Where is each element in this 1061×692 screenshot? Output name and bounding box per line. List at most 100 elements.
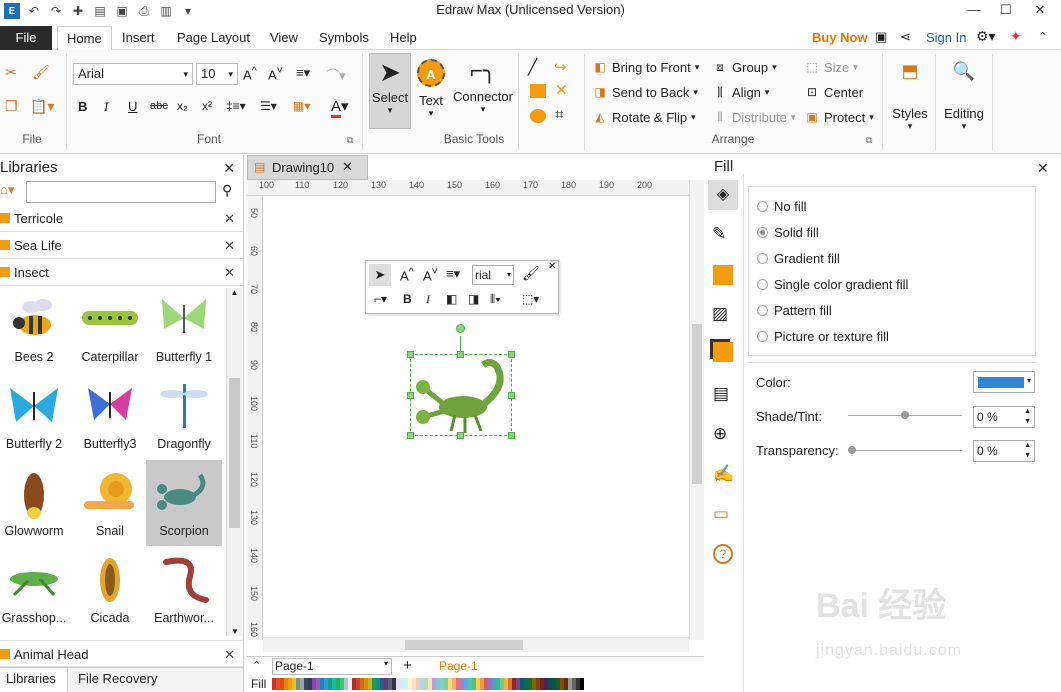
line-tool-icon[interactable]: ╱ [528,58,537,76]
mini-font-select[interactable]: rial ▾ [472,265,514,285]
resize-handle[interactable] [407,351,414,358]
page-select[interactable]: Page-1 ▾ [272,658,392,675]
tab-help[interactable]: Help [381,26,426,50]
transparency-slider-track[interactable] [848,450,962,451]
comment-icon[interactable]: ▭ [713,504,729,524]
subscript-icon[interactable]: x₂ [177,99,188,113]
line-style-icon[interactable]: ✎ [712,224,726,244]
fill-option-solid-fill[interactable]: Solid fill [757,219,1035,245]
text-align-icon[interactable]: ≡▾ [296,65,310,81]
line-spacing-icon[interactable]: ‡≡▾ [226,99,246,113]
arc-tool-icon[interactable]: ↪ [554,58,567,76]
library-scrollbar[interactable]: ▲ ▼ [226,288,242,636]
mini-select-icon[interactable]: ➤ [369,264,391,286]
library-home-icon[interactable]: ⌂▾ [0,182,14,198]
shadow-icon[interactable] [713,342,733,362]
rotation-handle[interactable] [456,324,465,333]
color-swatch[interactable] [584,678,588,690]
distribute-button[interactable]: ⫴ Distribute ▾ [712,109,795,125]
canvas-vertical-scrollbar[interactable] [689,180,704,640]
connector-tool-button[interactable]: ⌐╮ Connector ▾ [451,53,515,129]
cut-icon[interactable]: ✂ [5,64,17,81]
scroll-thumb[interactable] [692,324,702,484]
grow-font-icon[interactable]: A^ [243,65,257,82]
paste-icon[interactable]: 📋▾ [30,98,54,115]
library-category-insect[interactable]: Insect ✕ [0,259,243,286]
bullets-icon[interactable]: ☰▾ [260,99,277,113]
scroll-up-icon[interactable]: ▲ [227,288,242,297]
fill-option-gradient-fill[interactable]: Gradient fill [757,245,1035,271]
mini-align-icon[interactable]: ≡▾ [446,266,460,282]
mini-italic-icon[interactable]: I [426,292,430,307]
add-page-icon[interactable]: + [403,657,412,674]
close-libraries-icon[interactable]: ✕ [223,155,235,181]
editing-button[interactable]: 🔍 Editing ▾ [940,56,988,136]
styles-button[interactable]: ⬒ Styles ▾ [888,56,932,136]
close-window-button[interactable]: ✕ [1024,0,1056,22]
rotate-flip-button[interactable]: ◭ Rotate & Flip ▾ [592,109,695,125]
fill-option-picture-fill[interactable]: Picture or texture fill [757,323,1035,349]
text-path-icon[interactable]: ⌒▾ [326,65,346,84]
transparency-input[interactable]: 0 % ▲ ▼ [973,440,1035,462]
library-category-terricole[interactable]: Terricole ✕ [0,205,243,232]
mini-line-style-icon[interactable]: ⬚▾ [522,292,539,306]
rectangle-tool-icon[interactable] [530,84,546,98]
selected-scorpion-shape[interactable] [410,354,512,436]
align-button[interactable]: ⫼ Align ▾ [712,84,769,100]
arrange-dialog-launcher-icon[interactable]: ⧉ [866,135,872,146]
shape-dragonfly[interactable]: Dragonfly [146,373,222,459]
minimize-button[interactable]: — [958,0,990,22]
shape-bees-2[interactable]: Bees 2 [0,286,72,372]
tab-file[interactable]: File [0,26,52,50]
sign-in-link[interactable]: Sign In [926,30,966,45]
buy-now-link[interactable]: Buy Now [812,30,868,45]
page-nav-up-icon[interactable]: ⌃ [252,659,261,672]
shape-butterfly-1[interactable]: Butterfly 1 [146,286,222,372]
shape-cicada[interactable]: Cicada [72,547,148,633]
mini-connector-icon[interactable]: ⌐▾ [374,292,387,306]
shape-style-icon[interactable] [713,265,733,285]
scroll-thumb[interactable] [229,378,240,528]
center-button[interactable]: ⊡ Center [804,84,863,100]
scroll-down-icon[interactable]: ▼ [227,627,243,636]
ellipse-tool-icon[interactable] [530,109,546,123]
shade-slider-thumb[interactable] [901,411,909,419]
search-icon[interactable]: ⚲ [222,182,232,199]
tab-file-recovery[interactable]: File Recovery [78,668,157,690]
fill-paint-icon[interactable]: ◈ [708,180,738,210]
shape-earthworm[interactable]: Earthwor... [146,547,222,633]
resize-handle[interactable] [508,392,515,399]
library-category-sea-life[interactable]: Sea Life ✕ [0,232,243,259]
resize-handle[interactable] [457,432,464,439]
shape-glowworm[interactable]: Glowworm [0,460,72,546]
copy-icon[interactable]: ❐ [5,98,18,115]
tab-home[interactable]: Home [57,26,112,51]
tab-libraries[interactable]: Libraries [0,668,68,692]
mini-send-back-icon[interactable]: ◨ [468,292,479,306]
text-background-icon[interactable]: ▦▾ [293,99,310,113]
size-button[interactable]: ⬚ Size ▾ [804,59,858,75]
close-category-icon[interactable]: ✕ [224,205,235,232]
shape-snail[interactable]: Snail [72,460,148,546]
send-to-back-button[interactable]: ◨ Send to Back ▾ [592,84,698,100]
close-document-icon[interactable]: ✕ [342,159,353,175]
resize-handle[interactable] [407,432,414,439]
resize-handle[interactable] [407,392,414,399]
tab-insert[interactable]: Insert [113,26,164,50]
mini-shrink-font-icon[interactable]: A˅ [423,266,438,283]
close-category-icon[interactable]: ✕ [224,641,235,668]
mini-bold-icon[interactable]: B [403,292,412,306]
help-icon[interactable]: ? [713,544,733,564]
shape-butterfly3[interactable]: Butterfly3 [72,373,148,459]
mini-bring-front-icon[interactable]: ◧ [446,292,457,306]
document-tab[interactable]: ▤ Drawing10 ✕ [247,155,368,180]
protect-button[interactable]: ▣ Protect ▾ [804,109,873,125]
transparency-slider-thumb[interactable] [848,446,856,454]
font-size-select[interactable]: 10 ▾ [196,63,238,85]
resize-handle[interactable] [508,351,515,358]
tab-view[interactable]: View [261,26,307,50]
library-category-animal-head[interactable]: Animal Head ✕ [0,640,243,667]
maximize-button[interactable]: ☐ [990,0,1022,22]
superscript-icon[interactable]: x² [202,99,212,113]
canvas-horizontal-scrollbar[interactable] [263,637,689,652]
